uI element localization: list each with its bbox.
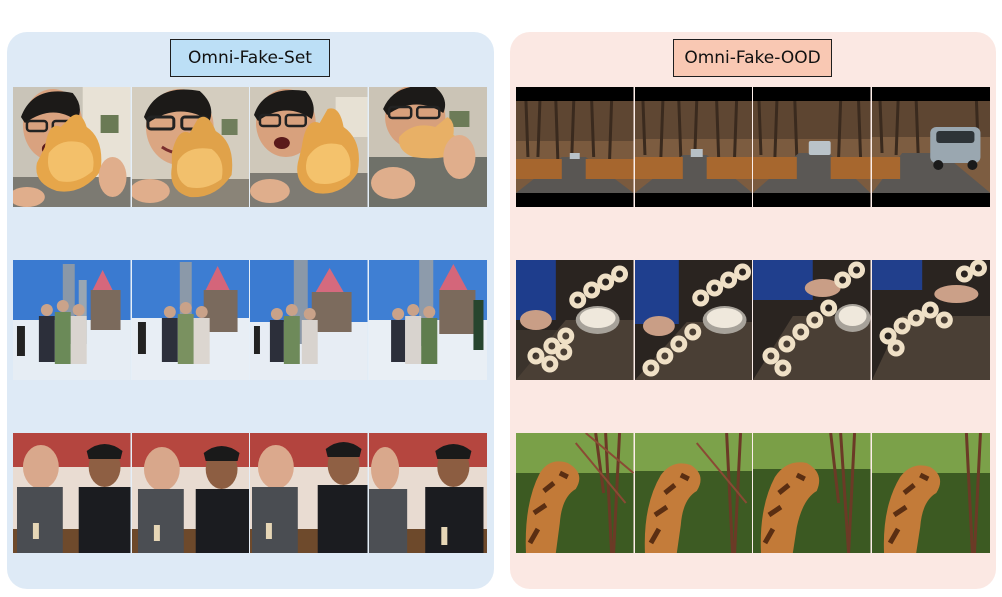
- cropped-caption-strip: [0, 0, 1002, 22]
- video-frame: [250, 433, 369, 553]
- video-frame: [516, 433, 635, 553]
- video-frame-strip: [516, 433, 990, 553]
- video-frame: [13, 87, 132, 207]
- omni-fake-ood-title: Omni-Fake-OOD: [673, 39, 832, 77]
- omni-fake-set-panel: Omni-Fake-Set: [7, 32, 494, 589]
- video-frame: [368, 87, 487, 207]
- video-frame: [368, 433, 487, 553]
- video-frame-strip: [13, 433, 487, 553]
- video-frame: [753, 433, 872, 553]
- video-frame: [131, 87, 250, 207]
- video-frame: [13, 260, 132, 380]
- omni-fake-set-title: Omni-Fake-Set: [170, 39, 330, 77]
- video-frame: [368, 260, 487, 380]
- video-frame: [250, 87, 369, 207]
- video-frame: [13, 433, 132, 553]
- video-frame: [871, 433, 990, 553]
- video-frame-strip: [13, 87, 487, 207]
- video-frame: [634, 260, 753, 380]
- video-frame: [131, 260, 250, 380]
- video-frame: [871, 260, 990, 380]
- video-frame: [250, 260, 369, 380]
- video-frame: [131, 433, 250, 553]
- video-frame: [516, 260, 635, 380]
- video-frame-strip: [13, 260, 487, 380]
- omni-fake-ood-panel: Omni-Fake-OOD: [510, 32, 996, 589]
- video-frame: [634, 87, 753, 207]
- video-frame: [753, 260, 872, 380]
- video-frame-strip: [516, 87, 990, 207]
- video-frame: [516, 87, 635, 207]
- video-frame: [871, 87, 990, 207]
- video-frame: [753, 87, 872, 207]
- video-frame: [634, 433, 753, 553]
- video-frame-strip: [516, 260, 990, 380]
